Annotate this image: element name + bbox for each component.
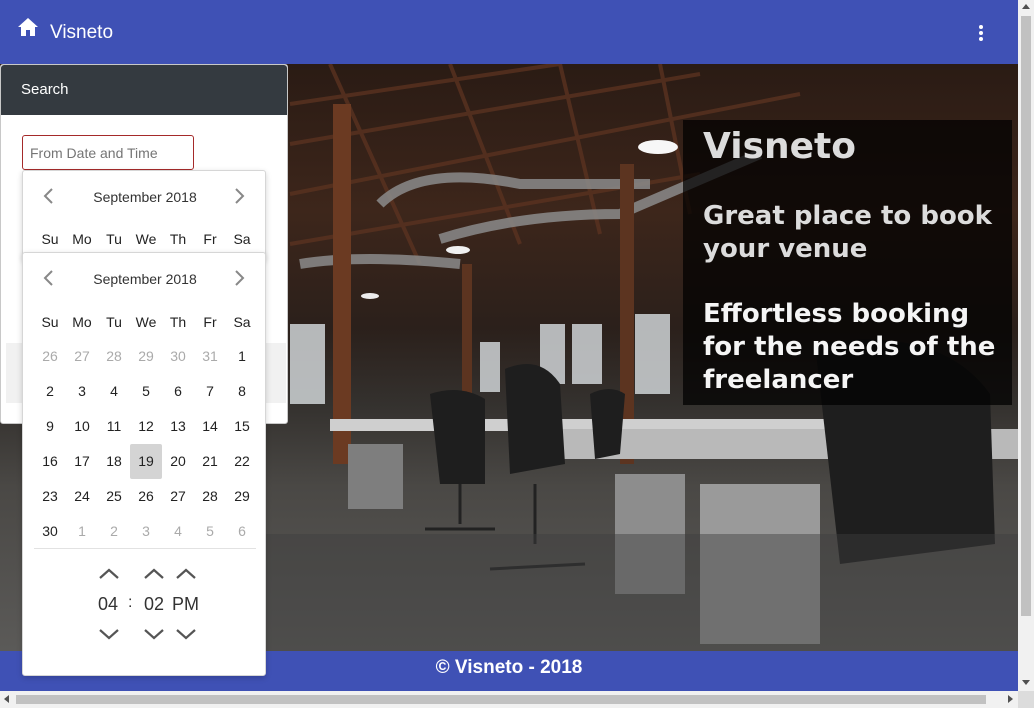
calendar-day[interactable]: 9	[34, 409, 66, 444]
calendar-day[interactable]: 24	[66, 479, 98, 514]
more-vert-icon[interactable]	[970, 22, 992, 44]
vertical-scrollbar[interactable]	[1018, 0, 1034, 691]
minute-value[interactable]: 02	[144, 594, 164, 615]
calendar-day[interactable]: 12	[130, 409, 162, 444]
weekday-label: Th	[169, 314, 187, 330]
datepicker: September 2018 Su Mo Tu We Th Fr Sa 26 2…	[22, 252, 266, 676]
calendar-day[interactable]: 25	[98, 479, 130, 514]
vertical-scroll-thumb[interactable]	[1021, 16, 1031, 616]
calendar-day[interactable]: 28	[194, 479, 226, 514]
search-panel-title: Search	[1, 65, 287, 115]
calendar-day[interactable]: 29	[226, 479, 258, 514]
hour-value[interactable]: 04	[98, 594, 118, 615]
calendar-day-other-month[interactable]: 2	[98, 514, 130, 549]
calendar-day[interactable]: 15	[226, 409, 258, 444]
weekday-label: Mo	[72, 314, 92, 330]
datepicker-background: September 2018 Su Mo Tu We Th Fr Sa	[22, 170, 266, 260]
calendar-day[interactable]: 14	[194, 409, 226, 444]
hour-down-icon[interactable]	[96, 626, 122, 642]
calendar-day[interactable]: 7	[194, 374, 226, 409]
weekday-label: Tu	[106, 231, 122, 247]
calendar-day[interactable]: 10	[66, 409, 98, 444]
weekday-label: Fr	[203, 314, 217, 330]
horizontal-scrollbar[interactable]	[0, 691, 1018, 708]
calendar-day-other-month[interactable]: 30	[162, 339, 194, 374]
calendar-day-other-month[interactable]: 29	[130, 339, 162, 374]
calendar-day[interactable]: 17	[66, 444, 98, 479]
minute-up-icon[interactable]	[141, 566, 167, 582]
calendar-day[interactable]: 16	[34, 444, 66, 479]
time-separator: :	[128, 594, 133, 611]
weekday-label: We	[135, 314, 157, 330]
calendar-day[interactable]: 6	[162, 374, 194, 409]
period-toggle[interactable]: PM	[172, 594, 199, 615]
calendar-day[interactable]: 30	[34, 514, 66, 549]
calendar-day[interactable]: 18	[98, 444, 130, 479]
period-up-icon[interactable]	[173, 566, 199, 582]
calendar-day[interactable]: 21	[194, 444, 226, 479]
scrollbar-corner	[1018, 691, 1034, 708]
calendar-day[interactable]: 23	[34, 479, 66, 514]
minute-down-icon[interactable]	[141, 626, 167, 642]
from-datetime-input[interactable]	[22, 135, 194, 170]
calendar-day[interactable]: 3	[66, 374, 98, 409]
scroll-up-icon[interactable]	[1022, 4, 1030, 9]
brand-title[interactable]: Visneto	[50, 22, 113, 44]
calendar-day[interactable]: 13	[162, 409, 194, 444]
calendar-day[interactable]: 2	[34, 374, 66, 409]
weekday-header-row: Su Mo Tu We Th Fr Sa	[34, 231, 256, 247]
weekday-label: Su	[41, 231, 59, 247]
calendar-day[interactable]: 27	[162, 479, 194, 514]
calendar-day[interactable]: 22	[226, 444, 258, 479]
calendar-day-other-month[interactable]: 26	[34, 339, 66, 374]
weekday-label: Sa	[233, 314, 251, 330]
weekday-label: Tu	[106, 314, 122, 330]
calendar-day-other-month[interactable]: 31	[194, 339, 226, 374]
hour-up-icon[interactable]	[96, 566, 122, 582]
calendar-day-other-month[interactable]: 28	[98, 339, 130, 374]
hero-subtagline: Effortless booking for the needs of the …	[703, 299, 996, 395]
time-divider	[34, 548, 256, 549]
calendar-day[interactable]: 4	[98, 374, 130, 409]
home-icon[interactable]	[17, 17, 39, 37]
weekday-label: Mo	[72, 231, 92, 247]
hero-title: Visneto	[703, 126, 856, 167]
calendar-day[interactable]: 1	[226, 339, 258, 374]
scroll-down-icon[interactable]	[1022, 680, 1030, 685]
weekday-label: We	[135, 231, 157, 247]
calendar-day-other-month[interactable]: 5	[194, 514, 226, 549]
calendar-day[interactable]: 20	[162, 444, 194, 479]
weekday-header-row: Su Mo Tu We Th Fr Sa	[34, 314, 256, 330]
scroll-left-icon[interactable]	[4, 695, 9, 703]
calendar-days-grid: 26 27 28 29 30 31 1 2 3 4 5 6 7 8 9 10 1…	[34, 339, 256, 549]
calendar-day-selected[interactable]: 19	[130, 444, 162, 479]
scroll-right-icon[interactable]	[1008, 695, 1013, 703]
calendar-day[interactable]: 11	[98, 409, 130, 444]
weekday-label: Su	[41, 314, 59, 330]
chevron-right-icon[interactable]	[229, 268, 249, 288]
weekday-label: Sa	[233, 231, 251, 247]
calendar-day[interactable]: 5	[130, 374, 162, 409]
calendar-day-other-month[interactable]: 1	[66, 514, 98, 549]
calendar-day-other-month[interactable]: 3	[130, 514, 162, 549]
horizontal-scroll-thumb[interactable]	[16, 695, 986, 704]
calendar-day[interactable]: 8	[226, 374, 258, 409]
calendar-day-other-month[interactable]: 6	[226, 514, 258, 549]
weekday-label: Th	[169, 231, 187, 247]
period-down-icon[interactable]	[173, 626, 199, 642]
calendar-day[interactable]: 26	[130, 479, 162, 514]
calendar-day-other-month[interactable]: 27	[66, 339, 98, 374]
app-bar: Visneto	[0, 0, 1018, 64]
chevron-right-icon[interactable]	[229, 186, 249, 206]
hero-tagline: Great place to book your venue	[703, 201, 992, 264]
weekday-label: Fr	[203, 231, 217, 247]
hero-text-panel: Visneto Great place to book your venue E…	[683, 120, 1012, 405]
calendar-day-other-month[interactable]: 4	[162, 514, 194, 549]
